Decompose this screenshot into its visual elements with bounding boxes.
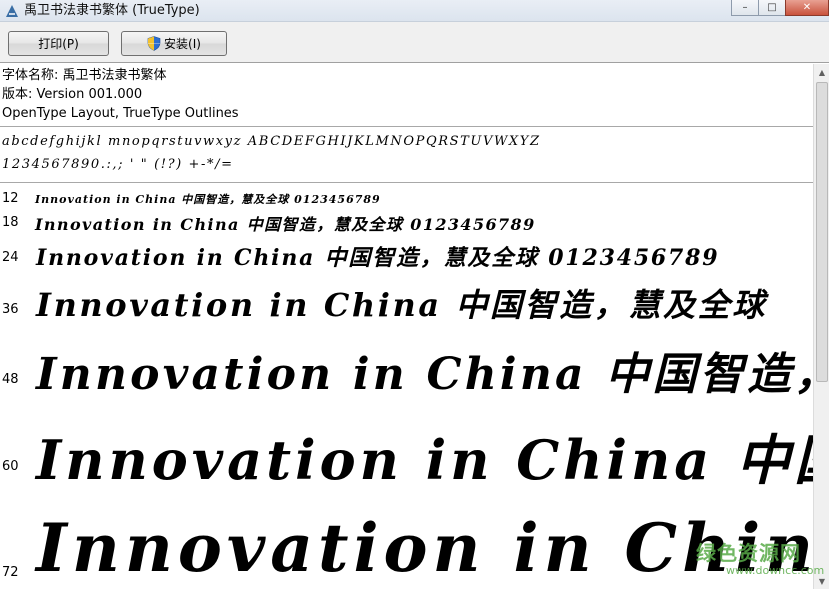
- maximize-button[interactable]: □: [758, 0, 786, 16]
- sample-text-60: Innovation in China 中国: [36, 428, 813, 492]
- sample-text-36: Innovation in China 中国智造，慧及全球: [36, 286, 767, 324]
- install-button[interactable]: 安装(I): [121, 31, 227, 56]
- divider: [0, 126, 813, 127]
- size-label: 72: [2, 565, 19, 580]
- sample-text-48: Innovation in China 中国智造，: [36, 349, 813, 400]
- vertical-scrollbar[interactable]: ▲ ▼: [813, 64, 829, 589]
- divider: [0, 182, 813, 183]
- size-label: 60: [2, 459, 19, 474]
- sample-text-24: Innovation in China 中国智造，慧及全球 0123456789: [36, 245, 720, 271]
- font-name-line: 字体名称: 禹卫书法隶书繁体: [2, 68, 167, 83]
- site-watermark: 绿色资源网 www.downcc.com: [690, 537, 824, 587]
- sample-text-18: Innovation in China 中国智造，慧及全球 0123456789: [35, 215, 536, 234]
- size-label: 12: [2, 191, 19, 206]
- scroll-thumb[interactable]: [816, 82, 828, 382]
- size-label: 18: [2, 215, 19, 230]
- install-button-label: 安装(I): [164, 37, 201, 51]
- font-file-icon: [6, 5, 18, 17]
- watermark-url: www.downcc.com: [726, 564, 825, 577]
- sample-text-12: Innovation in China 中国智造，慧及全球 0123456789: [35, 193, 381, 206]
- size-label: 36: [2, 302, 19, 317]
- charset-line-1: abcdefghijkl mnopqrstuvwxyz ABCDEFGHIJKL…: [2, 134, 541, 149]
- font-version-line: 版本: Version 001.000: [2, 87, 143, 102]
- size-label: 48: [2, 372, 19, 387]
- print-button[interactable]: 打印(P): [8, 31, 109, 56]
- scroll-up-icon[interactable]: ▲: [814, 64, 829, 80]
- window-title: 禹卫书法隶书繁体 (TrueType): [24, 3, 200, 18]
- charset-line-2: 1234567890.:,; ' " (!?) +-*/=: [2, 157, 234, 172]
- toolbar: 打印(P) 安装(I): [0, 22, 829, 63]
- title-bar[interactable]: 禹卫书法隶书繁体 (TrueType) – □ ✕: [0, 0, 829, 22]
- font-type-line: OpenType Layout, TrueType Outlines: [2, 106, 239, 121]
- print-button-label: 打印(P): [38, 37, 79, 51]
- close-button[interactable]: ✕: [785, 0, 829, 16]
- font-preview-area: 字体名称: 禹卫书法隶书繁体 版本: Version 001.000 OpenT…: [0, 64, 813, 589]
- window-controls: – □ ✕: [731, 0, 829, 16]
- size-label: 24: [2, 250, 19, 265]
- watermark-main: 绿色资源网: [696, 541, 801, 565]
- minimize-button[interactable]: –: [731, 0, 759, 16]
- uac-shield-icon: [147, 36, 161, 51]
